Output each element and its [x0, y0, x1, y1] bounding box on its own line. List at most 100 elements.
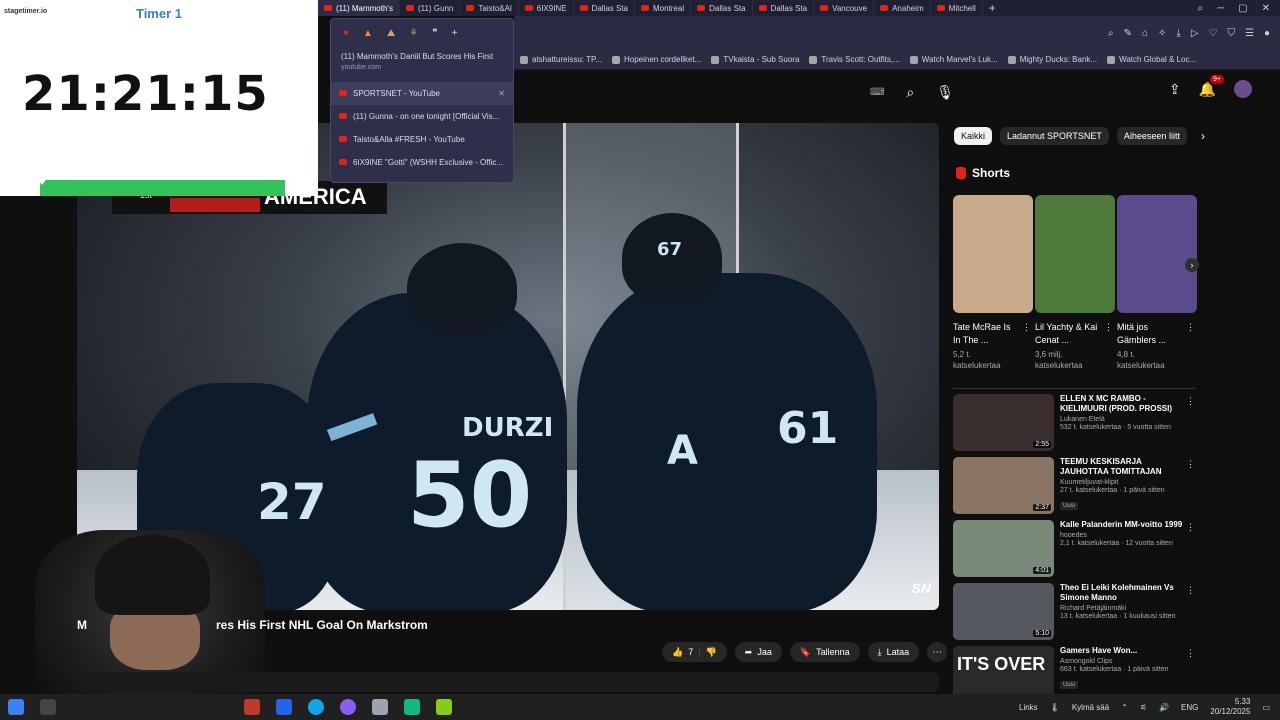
tab-mitchell[interactable]: Mitchell — [931, 0, 983, 16]
like-button[interactable]: 👍 7 | 👎 — [662, 642, 727, 662]
menu-icon[interactable]: ☰ — [1245, 28, 1254, 39]
maximize-button[interactable]: ▢ — [1238, 3, 1247, 14]
search-icon[interactable]: ⌕ — [1108, 28, 1114, 39]
play-icon[interactable]: ▷ — [1191, 28, 1199, 39]
popup-tab-item[interactable]: 6IX9INE "Gotti" (WSHH Exclusive - Offic.… — [331, 151, 513, 174]
tab-montreal[interactable]: Montreal — [635, 0, 692, 16]
keyboard-icon[interactable]: ⌨ — [870, 87, 884, 98]
heart-icon[interactable]: ♥ — [343, 28, 349, 39]
app-icon[interactable] — [404, 699, 420, 715]
add-icon[interactable]: + — [452, 28, 458, 39]
bookmark-item[interactable]: Mighty Ducks: Bank... — [1007, 55, 1097, 64]
list-item[interactable]: 5:10 Theo Ei Leiki Kolehmainen Vs Simone… — [953, 583, 1203, 646]
more-vert-icon[interactable]: ⋮ — [1186, 522, 1195, 533]
tab-vancouver[interactable]: Vancouve — [814, 0, 875, 16]
tab-gunna[interactable]: (11) Gunn — [400, 0, 461, 16]
description-box[interactable] — [77, 672, 939, 692]
more-vert-icon[interactable]: ⋮ — [1186, 459, 1195, 470]
chip-all[interactable]: Kaikki — [954, 127, 993, 145]
more-vert-icon[interactable]: ⋮ — [1022, 321, 1031, 334]
chevron-up-icon[interactable]: ⌃ — [1121, 703, 1128, 712]
tab-6ix9ine[interactable]: 6IX9INE — [519, 0, 574, 16]
bookmark-item[interactable]: Watch Global & Loc... — [1107, 55, 1196, 64]
fire-icon[interactable]: ▲ — [363, 28, 373, 39]
more-vert-icon[interactable]: ⋮ — [1186, 396, 1195, 407]
short-thumbnail[interactable] — [953, 195, 1033, 313]
quote-icon[interactable]: ❞ — [432, 28, 437, 39]
list-item[interactable]: 2:37 TEEMU KESKISARJA JAUHOTTAA TOMITTAJ… — [953, 457, 1203, 520]
more-vert-icon[interactable]: ⋮ — [1186, 321, 1195, 334]
thumbs-down-icon[interactable]: 👎 — [706, 647, 717, 658]
more-vert-icon[interactable]: ⋮ — [1104, 321, 1113, 334]
tab-mammoth[interactable]: (11) Mammoth's — [318, 0, 400, 16]
search-icon[interactable]: ⌕ — [906, 84, 914, 101]
discord-icon[interactable] — [340, 699, 356, 715]
chevron-right-icon[interactable]: › — [1201, 129, 1205, 143]
close-icon[interactable]: ✕ — [498, 89, 505, 98]
video-thumbnail[interactable]: 4:01 — [953, 520, 1054, 577]
heart-icon[interactable]: ♡ — [1209, 28, 1218, 39]
share-button[interactable]: ➦ Jaa — [734, 642, 782, 662]
clock[interactable]: 5.33 20/12/2025 — [1210, 697, 1250, 716]
weather-icon[interactable]: 🌡 — [1050, 703, 1060, 712]
video-thumbnail[interactable]: 2:55 — [953, 394, 1054, 451]
app-icon[interactable] — [436, 699, 452, 715]
edge-icon[interactable] — [308, 699, 324, 715]
tab-dallas-1[interactable]: Dallas Sta — [574, 0, 636, 16]
shorts-next-button[interactable]: › — [1185, 258, 1199, 272]
links-toolbar[interactable]: Links — [1019, 703, 1038, 712]
minimize-button[interactable]: ─ — [1217, 3, 1224, 14]
app-icon[interactable] — [276, 699, 292, 715]
video-thumbnail[interactable]: 2:37 — [953, 457, 1054, 514]
tab-dallas-2[interactable]: Dallas Sta — [691, 0, 753, 16]
more-actions-button[interactable]: ⋯ — [927, 642, 948, 662]
mountain-icon[interactable]: ⛰ — [387, 28, 395, 39]
tab-taisto[interactable]: Taisto&Al — [460, 0, 519, 16]
short-item[interactable]: Mitä jos Gämblers ... ⋮ 4,8 t. katseluker… — [1117, 195, 1197, 371]
search-tabs-icon[interactable]: ⌕ — [1197, 3, 1203, 14]
bookmark-item[interactable]: Watch Marvel's Luk... — [909, 55, 998, 64]
download-button[interactable]: ⤓ Lataa — [867, 642, 920, 662]
microphone-icon[interactable]: 🎙 — [936, 84, 954, 101]
search-icon[interactable] — [40, 699, 56, 715]
download-icon[interactable]: ⤓ — [1176, 28, 1180, 39]
more-vert-icon[interactable]: ⋮ — [1186, 648, 1195, 659]
volume-icon[interactable]: 🔊 — [1159, 703, 1169, 712]
extension-icon[interactable]: ✧ — [1158, 28, 1166, 39]
weather-text[interactable]: Kylmä sää — [1072, 703, 1109, 712]
video-thumbnail[interactable]: 5:10 — [953, 583, 1054, 640]
bookmark-item[interactable]: Hopeinen cordellket... — [611, 55, 701, 64]
chip-uploaded-by[interactable]: Ladannut SPORTSNET — [1000, 127, 1109, 145]
popup-tab-item[interactable]: SPORTSNET - YouTube ✕ — [331, 81, 513, 105]
popup-tab-item[interactable]: Taisto&Alla #FRESH - YouTube — [331, 128, 513, 151]
short-item[interactable]: Lil Yachty & Kai Cenat ... ⋮ 3,6 milj. ka… — [1035, 195, 1115, 371]
bookmark-item[interactable]: Travis Scott: Outfits,... — [809, 55, 900, 64]
app-icon[interactable] — [372, 699, 388, 715]
windows-start-icon[interactable] — [8, 699, 24, 715]
notification-center-icon[interactable]: ▭ — [1262, 703, 1270, 712]
language-indicator[interactable]: ENG — [1181, 703, 1198, 712]
tab-dallas-3[interactable]: Dallas Sta — [753, 0, 815, 16]
short-thumbnail[interactable] — [1117, 195, 1197, 313]
app-icon[interactable] — [244, 699, 260, 715]
bookmark-item[interactable]: atshattureissu: TP... — [520, 55, 602, 64]
new-tab-button[interactable]: + — [983, 1, 1002, 15]
shield-icon[interactable]: ⛉ — [1227, 28, 1235, 39]
save-button[interactable]: 🔖 Tallenna — [789, 642, 860, 662]
tab-anaheim[interactable]: Anaheim — [874, 0, 931, 16]
popup-tab-item[interactable]: (11) Gunna - on one tonight [Official Vi… — [331, 105, 513, 128]
list-item[interactable]: 2:55 ELLEN X MC RAMBO - KIELIMUURI (PROD… — [953, 394, 1203, 457]
more-vert-icon[interactable]: ⋮ — [1186, 585, 1195, 596]
account-icon[interactable]: ● — [1264, 28, 1270, 39]
home-icon[interactable]: ⌂ — [1142, 28, 1148, 39]
short-item[interactable]: Tate McRae Is In The ... ⋮ 5,2 t. katselu… — [953, 195, 1033, 371]
chip-related[interactable]: Aiheeseen liitt — [1116, 127, 1187, 145]
avatar[interactable] — [1234, 80, 1252, 98]
upload-icon[interactable]: ⇪ — [1169, 81, 1181, 98]
popup-current-tab[interactable]: (11) Mammoth's Daniil But Scores His Fir… — [331, 39, 513, 74]
list-item[interactable]: 4:01 Kalle Palanderin MM-voitto 1999 hooe… — [953, 520, 1203, 583]
edit-icon[interactable]: ✎ — [1124, 28, 1132, 39]
tree-icon[interactable]: ⚘ — [409, 28, 418, 39]
network-icon[interactable]: ⚟ — [1140, 703, 1147, 712]
bookmark-item[interactable]: TVkaista - Sub Suora — [711, 55, 799, 64]
